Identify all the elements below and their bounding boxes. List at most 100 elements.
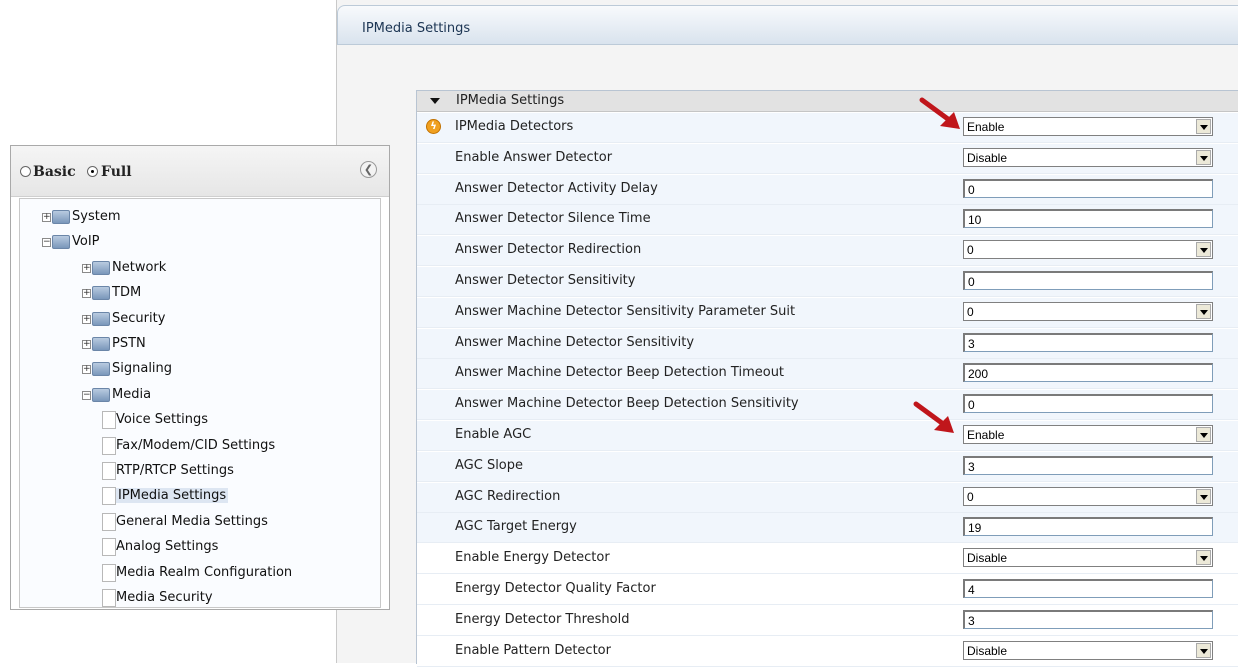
settings-row: AGC Redirection 0 — [417, 482, 1238, 513]
folder-icon — [92, 362, 110, 377]
annotation-arrow-icon — [913, 401, 954, 433]
tree-item-label: Network — [112, 259, 167, 275]
setting-value: 200 — [968, 367, 989, 382]
folder-icon — [52, 210, 70, 224]
tree-item[interactable]: Fax/Modem/CID Settings — [102, 436, 352, 460]
expand-toggle-icon[interactable]: + — [42, 213, 51, 222]
dropdown-arrow-icon[interactable] — [1196, 642, 1211, 658]
dropdown-arrow-icon[interactable] — [1196, 427, 1211, 442]
expand-toggle-icon[interactable]: + — [82, 340, 91, 349]
setting-dropdown[interactable]: Disable — [963, 548, 1213, 568]
settings-row: Answer Detector Sensitivity 0 — [417, 267, 1238, 297]
window-titlebar: IPMedia Settings — [337, 5, 1238, 45]
tree-item[interactable]: + System — [42, 207, 292, 231]
dropdown-arrow-icon[interactable] — [1196, 119, 1211, 134]
tree-item[interactable]: Voice Settings — [102, 410, 352, 434]
expand-toggle-icon[interactable]: + — [82, 263, 91, 273]
tree-item[interactable]: − VoIP — [42, 232, 292, 256]
setting-value: Disable — [967, 150, 1008, 165]
setting-input[interactable]: 0 — [963, 178, 1213, 198]
dropdown-arrow-icon[interactable] — [1196, 488, 1211, 504]
dropdown-arrow-icon[interactable] — [1196, 149, 1211, 165]
expand-toggle-icon[interactable]: + — [82, 365, 91, 375]
setting-label: AGC Redirection — [455, 488, 561, 504]
setting-dropdown[interactable]: Disable — [963, 640, 1213, 660]
folder-icon — [92, 311, 110, 326]
setting-label: Enable AGC — [455, 427, 532, 442]
setting-value: 3 — [968, 613, 975, 628]
setting-value: 10 — [968, 213, 982, 228]
setting-dropdown[interactable]: 0 — [963, 240, 1213, 260]
setting-value: 0 — [967, 304, 974, 319]
setting-input[interactable]: 200 — [963, 363, 1213, 383]
settings-row: Answer Machine Detector Beep Detection T… — [417, 359, 1238, 390]
navigation-tree: + System − VoIP + Network + TDM + Security + PSTN + S… — [19, 198, 381, 608]
settings-row: Enable Energy Detector Disable — [417, 544, 1238, 575]
settings-row: Answer Detector Silence Time 10 — [417, 205, 1238, 236]
tree-item[interactable]: + Security — [82, 309, 332, 333]
tree-item[interactable]: Media Realm Configuration — [102, 563, 352, 587]
tree-item-label: Analog Settings — [116, 539, 219, 555]
tree-item-label: Voice Settings — [116, 412, 209, 428]
settings-row: Answer Detector Redirection 0 — [417, 236, 1238, 267]
tree-item-label: Fax/Modem/CID Settings — [116, 437, 276, 453]
collapse-toggle-icon[interactable]: − — [82, 390, 91, 400]
tree-item[interactable]: + PSTN — [82, 334, 332, 358]
page-icon — [102, 512, 116, 531]
basic-mode-radio[interactable] — [20, 166, 31, 177]
setting-value: 0 — [968, 182, 975, 197]
page-icon — [102, 563, 116, 582]
tree-item[interactable]: + Signaling — [82, 359, 332, 383]
tree-item-label: TDM — [112, 285, 142, 301]
dropdown-arrow-icon[interactable] — [1196, 303, 1211, 319]
dropdown-arrow-icon[interactable] — [1196, 550, 1211, 566]
tree-item-label: Media Realm Configuration — [116, 564, 293, 580]
setting-dropdown[interactable]: Enable — [963, 425, 1213, 444]
setting-input[interactable]: 4 — [963, 579, 1213, 598]
tree-item[interactable]: IPMedia Settings — [102, 486, 352, 510]
section-header-ipmedia[interactable]: IPMedia Settings — [417, 91, 1238, 112]
collapse-panel-icon[interactable]: ❮ — [360, 161, 377, 178]
annotation-arrow-icon — [919, 97, 960, 129]
setting-label: AGC Slope — [455, 457, 524, 473]
collapse-toggle-icon[interactable]: − — [42, 238, 51, 248]
settings-table: IPMedia Settings ϟ IPMedia Detectors Enabl… — [416, 90, 1238, 667]
page-icon — [102, 411, 116, 430]
settings-row: Answer Machine Detector Sensitivity 3 — [417, 328, 1238, 359]
tree-item-label: General Media Settings — [116, 513, 268, 529]
dropdown-arrow-icon[interactable] — [1196, 242, 1211, 258]
setting-value: 3 — [968, 336, 975, 351]
tree-item[interactable]: RTP/RTCP Settings — [102, 461, 352, 485]
setting-label: Answer Machine Detector Sensitivity — [455, 334, 695, 350]
setting-label: Answer Machine Detector Sensitivity Para… — [455, 303, 796, 319]
tree-item[interactable]: Analog Settings — [102, 537, 352, 561]
setting-input[interactable]: 10 — [963, 209, 1213, 229]
collapse-triangle-icon[interactable] — [430, 98, 440, 104]
expand-toggle-icon[interactable]: + — [82, 289, 91, 299]
tree-item[interactable]: Media Security — [102, 588, 352, 609]
setting-input[interactable]: 0 — [963, 394, 1213, 414]
setting-input[interactable]: 3 — [963, 609, 1213, 629]
setting-input[interactable]: 0 — [963, 271, 1213, 290]
settings-row: ϟ IPMedia Detectors Enable — [417, 113, 1238, 143]
setting-label: IPMedia Detectors — [455, 119, 574, 134]
tree-item[interactable]: − Media — [82, 385, 332, 409]
page-icon — [102, 589, 116, 607]
setting-dropdown[interactable]: 0 — [963, 486, 1213, 506]
tree-item-label: Media — [112, 386, 152, 402]
settings-row: AGC Target Energy 19 — [417, 513, 1238, 544]
tree-item[interactable]: + TDM — [82, 283, 332, 307]
setting-dropdown[interactable]: Enable — [963, 117, 1213, 136]
expand-toggle-icon[interactable]: + — [82, 314, 91, 324]
full-mode-radio[interactable] — [87, 166, 98, 177]
basic-mode-label: Basic — [33, 164, 76, 180]
setting-input[interactable]: 3 — [963, 455, 1213, 475]
setting-input[interactable]: 19 — [963, 517, 1213, 537]
tree-item[interactable]: General Media Settings — [102, 512, 352, 536]
setting-input[interactable]: 3 — [963, 332, 1213, 352]
setting-dropdown[interactable]: 0 — [963, 301, 1213, 321]
setting-label: Answer Machine Detector Beep Detection S… — [455, 396, 799, 412]
folder-icon — [52, 235, 70, 250]
tree-item[interactable]: + Network — [82, 258, 332, 282]
setting-dropdown[interactable]: Disable — [963, 147, 1213, 167]
